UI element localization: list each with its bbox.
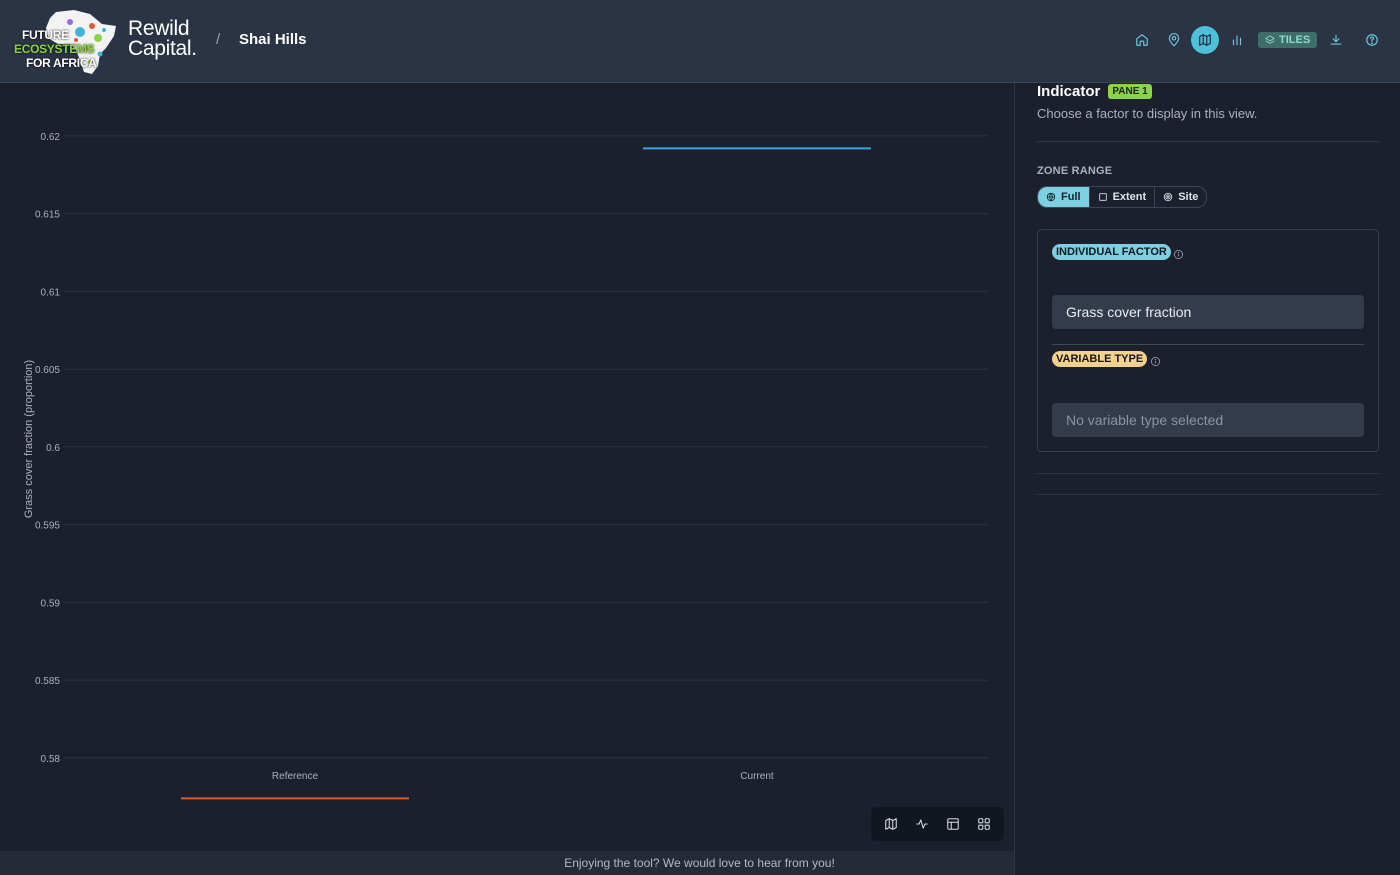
indicator-panel: Indicator PANE 1 Choose a factor to disp… xyxy=(1037,83,1379,495)
breadcrumb-separator: / xyxy=(216,31,221,48)
y-axis-label: Grass cover fraction (proportion) xyxy=(23,360,35,518)
map-view-icon xyxy=(884,818,897,830)
logo-line-1: FUTURE xyxy=(22,28,69,42)
brand-line-1: Rewild xyxy=(128,17,190,40)
x-tick-label: Reference xyxy=(272,771,319,782)
card-divider xyxy=(1052,344,1364,345)
y-tick-label: 0.58 xyxy=(41,754,61,765)
help-button[interactable] xyxy=(1358,26,1386,54)
grid-view-button[interactable] xyxy=(972,812,996,836)
factor-card: INDIVIDUAL FACTOR Grass cover fraction V… xyxy=(1037,229,1379,452)
panel-title: Indicator xyxy=(1037,83,1101,100)
zone-extent-button[interactable]: Extent xyxy=(1090,187,1156,207)
variable-type-info[interactable] xyxy=(1150,354,1161,366)
logo-line-2: ECOSYSTEMS xyxy=(14,42,95,56)
target-icon xyxy=(1164,192,1173,202)
y-tick-label: 0.61 xyxy=(41,287,61,298)
table-view-button[interactable] xyxy=(941,812,965,836)
layers-icon xyxy=(1265,35,1275,44)
zone-site-label: Site xyxy=(1178,191,1199,203)
table-icon xyxy=(947,818,959,830)
grid-icon xyxy=(978,818,991,830)
line-chart-icon xyxy=(916,819,928,829)
feedback-footer[interactable]: Enjoying the tool? We would love to hear… xyxy=(0,851,1014,875)
rewild-capital-brand[interactable]: Rewild Capital. xyxy=(128,17,197,60)
home-icon xyxy=(1136,34,1148,46)
y-tick-label: 0.585 xyxy=(35,676,60,687)
zone-full-label: Full xyxy=(1061,191,1081,203)
app-header: FUTURE ECOSYSTEMS FOR AFRICA Rewild Capi… xyxy=(0,0,1400,83)
bar-chart-icon xyxy=(1232,35,1242,46)
panel-header: Indicator PANE 1 xyxy=(1037,83,1379,100)
y-tick-label: 0.615 xyxy=(35,210,60,221)
chart-area: 0.58 0.585 0.59 0.595 0.6 0.605 0.61 0.615 0.62 R… xyxy=(0,83,1014,851)
zone-range-label: ZONE RANGE xyxy=(1037,165,1113,177)
map-pin-icon xyxy=(1168,33,1180,47)
panel-divider-2 xyxy=(1037,473,1379,474)
grass-cover-chart: 0.58 0.585 0.59 0.595 0.6 0.605 0.61 0.615 0.62 R… xyxy=(23,132,988,800)
panel-divider-3 xyxy=(1037,494,1379,495)
nav-map-button[interactable] xyxy=(1191,26,1219,54)
panel-divider-1 xyxy=(1037,141,1379,142)
individual-factor-tag: INDIVIDUAL FACTOR xyxy=(1052,244,1171,260)
view-toolbar xyxy=(871,807,1004,841)
variable-type-tag: VARIABLE TYPE xyxy=(1052,351,1148,367)
site-name: Shai Hills xyxy=(239,31,307,48)
y-tick-label: 0.595 xyxy=(35,521,60,532)
map-icon xyxy=(1199,34,1211,46)
zone-range-toggle: Full Extent Site xyxy=(1037,186,1208,208)
brand-line-2: Capital. xyxy=(128,37,197,60)
panel-divider xyxy=(1014,83,1015,875)
factor-select[interactable]: Grass cover fraction xyxy=(1052,295,1364,329)
zone-full-button[interactable]: Full xyxy=(1038,187,1090,207)
variable-type-select[interactable]: No variable type selected xyxy=(1052,403,1364,437)
x-tick-label: Current xyxy=(740,771,774,782)
individual-factor-info[interactable] xyxy=(1173,247,1184,259)
download-button[interactable] xyxy=(1322,26,1350,54)
feedback-text: Enjoying the tool? We would love to hear… xyxy=(564,856,835,870)
globe-icon xyxy=(1046,192,1056,202)
pane-badge: PANE 1 xyxy=(1108,84,1152,99)
logo-line-3: FOR AFRICA xyxy=(26,56,97,70)
map-view-button[interactable] xyxy=(879,812,903,836)
zone-extent-label: Extent xyxy=(1112,191,1147,203)
nav-location-button[interactable] xyxy=(1160,26,1188,54)
chart-view-button[interactable] xyxy=(910,812,934,836)
info-icon xyxy=(1151,357,1160,366)
download-icon xyxy=(1330,34,1342,45)
panel-subtitle: Choose a factor to display in this view. xyxy=(1037,106,1258,121)
y-tick-label: 0.59 xyxy=(41,598,61,609)
info-icon xyxy=(1174,250,1183,259)
zone-site-button[interactable]: Site xyxy=(1155,187,1206,207)
tiles-button[interactable]: TILES xyxy=(1258,32,1318,48)
nav-chart-button[interactable] xyxy=(1223,26,1251,54)
square-icon xyxy=(1098,193,1107,201)
future-ecosystems-logo[interactable]: FUTURE ECOSYSTEMS FOR AFRICA xyxy=(12,8,122,76)
help-icon xyxy=(1366,34,1378,46)
tiles-label: TILES xyxy=(1279,34,1311,46)
nav-home-button[interactable] xyxy=(1128,26,1156,54)
y-tick-label: 0.62 xyxy=(41,132,61,143)
y-tick-label: 0.6 xyxy=(46,443,60,454)
y-tick-label: 0.605 xyxy=(35,365,60,376)
